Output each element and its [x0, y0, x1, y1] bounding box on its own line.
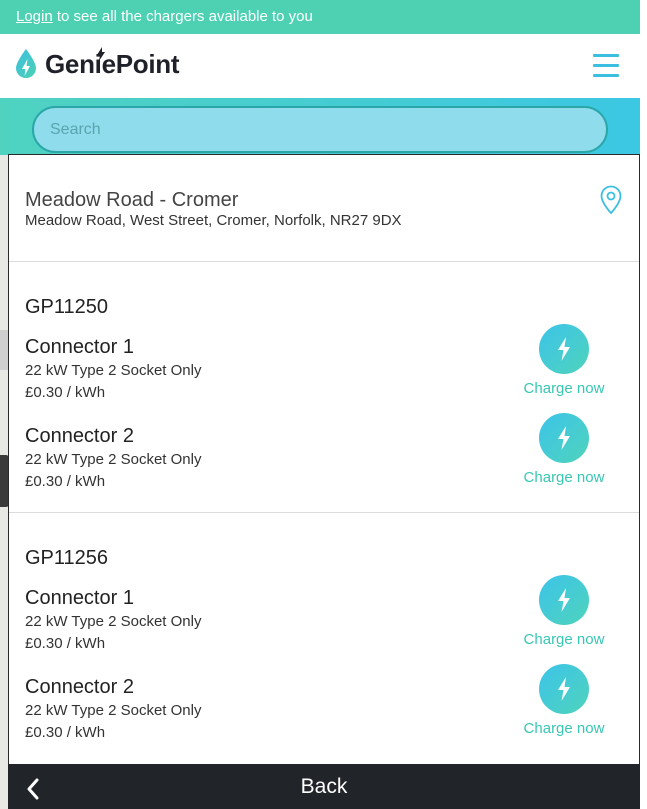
charger-id: GP11250 [25, 296, 109, 318]
app-root: Login to see all the chargers available … [0, 0, 647, 809]
hamburger-menu-icon[interactable] [593, 54, 619, 78]
bottom-nav-bar: Back [8, 764, 640, 809]
back-button[interactable]: Back [8, 775, 640, 799]
login-link[interactable]: Login [16, 8, 53, 25]
droplet-bolt-icon [16, 49, 36, 78]
charge-now-label[interactable]: Charge now [514, 720, 614, 737]
connector-price: £0.30 / kWh [25, 473, 106, 490]
connector-title: Connector 1 [25, 587, 134, 609]
connector-price: £0.30 / kWh [25, 724, 106, 741]
charger-id: GP11256 [25, 547, 109, 569]
lightning-bolt-icon[interactable] [539, 575, 589, 625]
geniepoint-logo[interactable]: GeniePoint [15, 47, 180, 80]
connector-spec: 22 kW Type 2 Socket Only [25, 451, 202, 468]
charge-now-label[interactable]: Charge now [514, 469, 614, 486]
connector-row: Connector 2 22 kW Type 2 Socket Only £0.… [9, 413, 639, 505]
connector-price: £0.30 / kWh [25, 635, 106, 652]
charge-now-button[interactable]: Charge now [514, 664, 614, 737]
connector-title: Connector 1 [25, 336, 134, 358]
charger-panel[interactable]: Meadow Road - Cromer Meadow Road, West S… [8, 154, 640, 809]
charger-group: GP11250 Connector 1 22 kW Type 2 Socket … [9, 262, 639, 513]
connector-title: Connector 2 [25, 425, 134, 447]
connector-price: £0.30 / kWh [25, 384, 106, 401]
logo-spark-icon [97, 47, 105, 61]
connector-spec: 22 kW Type 2 Socket Only [25, 362, 202, 379]
search-band [0, 98, 640, 155]
charge-now-button[interactable]: Charge now [514, 575, 614, 648]
lightning-bolt-icon[interactable] [539, 664, 589, 714]
connector-spec: 22 kW Type 2 Socket Only [25, 613, 202, 630]
site-header: Meadow Road - Cromer Meadow Road, West S… [9, 155, 639, 262]
charge-now-button[interactable]: Charge now [514, 324, 614, 397]
charger-group: GP11256 Connector 1 22 kW Type 2 Socket … [9, 513, 639, 773]
connector-row: Connector 1 22 kW Type 2 Socket Only £0.… [9, 324, 639, 416]
charge-now-label[interactable]: Charge now [514, 631, 614, 648]
login-banner: Login to see all the chargers available … [0, 0, 640, 34]
map-pin-icon[interactable] [599, 185, 623, 215]
site-name: Meadow Road - Cromer [25, 189, 239, 211]
connector-title: Connector 2 [25, 676, 134, 698]
lightning-bolt-icon[interactable] [539, 413, 589, 463]
app-header: GeniePoint [0, 34, 640, 98]
brand-name: GeniePoint [45, 48, 180, 79]
site-address: Meadow Road, West Street, Cromer, Norfol… [25, 212, 402, 229]
connector-row: Connector 2 22 kW Type 2 Socket Only £0.… [9, 664, 639, 756]
login-banner-message: to see all the chargers available to you [52, 8, 313, 25]
page-edge [640, 0, 647, 809]
charge-now-button[interactable]: Charge now [514, 413, 614, 486]
connector-row: Connector 1 22 kW Type 2 Socket Only £0.… [9, 575, 639, 667]
lightning-bolt-icon[interactable] [539, 324, 589, 374]
charge-now-label[interactable]: Charge now [514, 380, 614, 397]
search-input[interactable] [32, 106, 608, 153]
connector-spec: 22 kW Type 2 Socket Only [25, 702, 202, 719]
